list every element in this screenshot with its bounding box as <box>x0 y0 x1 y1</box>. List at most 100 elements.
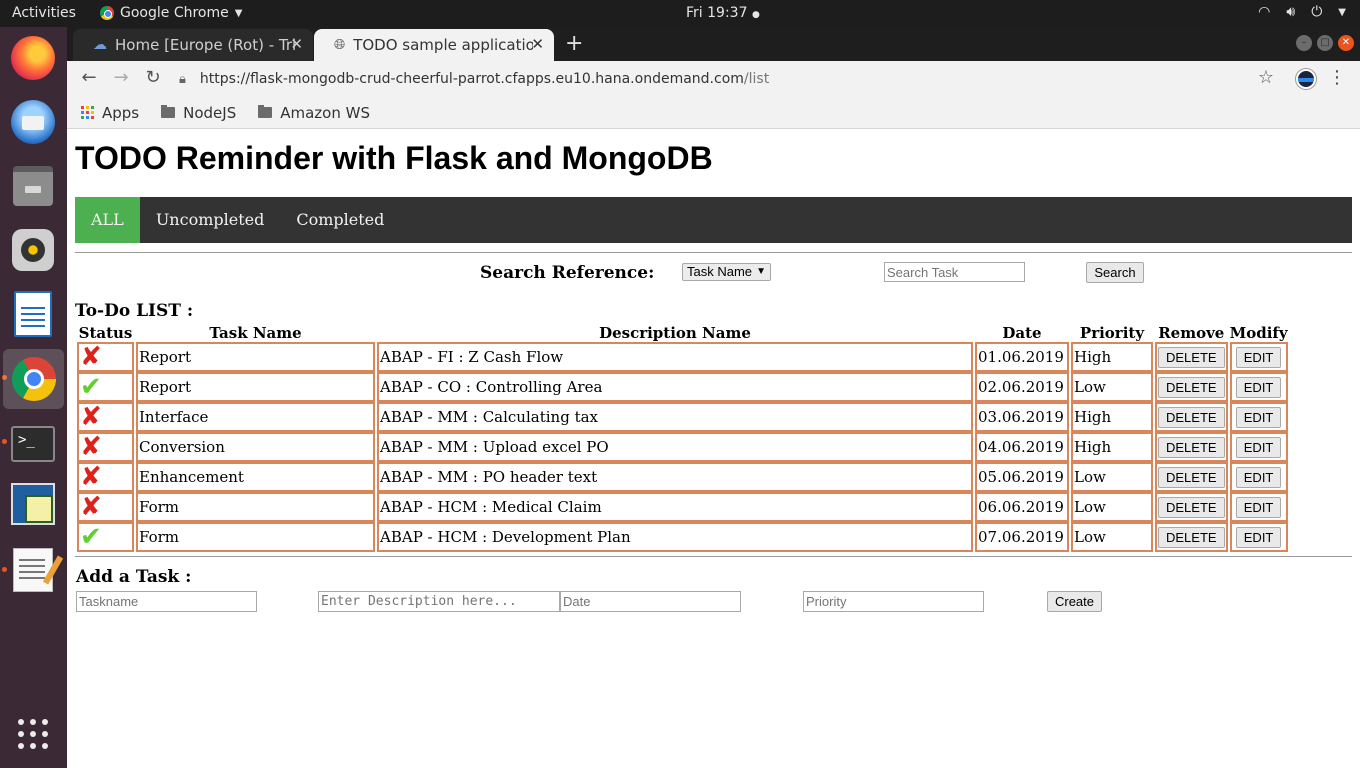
taskname-input[interactable] <box>76 591 257 612</box>
dock-text-editor[interactable] <box>8 545 58 595</box>
date-cell: 04.06.2019 <box>975 432 1069 462</box>
table-header-row: Status Task Name Description Name Date P… <box>77 323 1288 342</box>
forward-icon[interactable]: → <box>109 67 133 91</box>
tab-strip: ☁ Home [Europe (Rot) - Trial ✕ 🌐︎ TODO s… <box>67 27 1360 61</box>
system-tray[interactable]: ◠ 🔊︎ ⏻ ▼ <box>1258 4 1346 20</box>
dock-calc[interactable] <box>8 479 58 529</box>
green-check-icon: ✔ <box>80 522 102 552</box>
search-button[interactable]: Search <box>1086 262 1144 283</box>
col-date: Date <box>1002 323 1042 342</box>
delete-button[interactable]: DELETE <box>1158 406 1225 428</box>
apps-grid-icon <box>81 106 94 119</box>
close-window-icon[interactable]: ✕ <box>1338 35 1354 51</box>
chrome-icon <box>11 357 56 401</box>
web-page: TODO Reminder with Flask and MongoDB ALL… <box>67 130 1360 768</box>
new-tab-button[interactable]: + <box>565 31 583 56</box>
table-row: ✘ Interface ABAP - MM : Calculating tax 03.… <box>77 402 1288 432</box>
remove-cell: DELETE <box>1155 432 1228 462</box>
menu-icon[interactable]: ⋮ <box>1328 67 1346 88</box>
edit-button[interactable]: EDIT <box>1235 376 1282 398</box>
description-cell: ABAP - CO : Controlling Area <box>377 372 973 402</box>
activities-button[interactable]: Activities <box>12 5 76 21</box>
task-name-cell: Form <box>136 522 375 552</box>
red-cross-icon: ✘ <box>80 492 102 522</box>
app-menu[interactable]: Google Chrome ▼ <box>100 5 242 21</box>
priority-cell: Low <box>1071 372 1153 402</box>
minimize-icon[interactable]: – <box>1296 35 1312 51</box>
status-cell: ✔ <box>77 372 134 402</box>
modify-cell: EDIT <box>1229 492 1288 522</box>
description-input[interactable] <box>318 591 560 612</box>
date-cell: 03.06.2019 <box>975 402 1069 432</box>
cloud-icon: ☁ <box>93 37 107 53</box>
spreadsheet-icon <box>11 483 55 525</box>
running-indicator <box>2 567 7 572</box>
bookmark-label: Apps <box>102 103 140 122</box>
dock-thunderbird[interactable] <box>8 97 58 147</box>
address-bar[interactable]: 🔒︎ https://flask-mongodb-crud-cheerful-p… <box>179 65 1279 93</box>
dock-firefox[interactable] <box>8 33 58 83</box>
bookmark-amazon-ws[interactable]: Amazon WS <box>258 104 370 122</box>
delete-button[interactable]: DELETE <box>1158 526 1225 548</box>
show-applications-button[interactable] <box>8 709 58 759</box>
remove-cell: DELETE <box>1155 402 1228 432</box>
task-name-cell: Interface <box>136 402 375 432</box>
bookmark-nodejs[interactable]: NodeJS <box>161 104 236 122</box>
edit-button[interactable]: EDIT <box>1235 406 1282 428</box>
edit-button[interactable]: EDIT <box>1235 466 1282 488</box>
globe-icon: 🌐︎ <box>334 37 346 53</box>
search-reference-select[interactable]: Task Name ▼ <box>682 263 771 281</box>
dock-rhythmbox[interactable] <box>8 225 58 275</box>
back-icon[interactable]: ← <box>77 67 101 91</box>
dock-files[interactable] <box>8 161 58 211</box>
rhythmbox-icon <box>12 229 54 271</box>
edit-button[interactable]: EDIT <box>1235 496 1282 518</box>
bookmark-star-icon[interactable]: ☆ <box>1258 67 1274 88</box>
table-row: ✔ Form ABAP - HCM : Development Plan 07.06.… <box>77 522 1288 552</box>
col-modify: Modify <box>1229 323 1288 342</box>
reload-icon[interactable]: ↻ <box>141 67 165 91</box>
task-name-cell: Report <box>136 372 375 402</box>
tab-title: TODO sample application <box>353 36 534 54</box>
red-cross-icon: ✘ <box>80 462 102 492</box>
description-cell: ABAP - MM : Upload excel PO <box>377 432 973 462</box>
dropdown-caret-icon: ▼ <box>756 266 766 277</box>
tab-home[interactable]: ☁ Home [Europe (Rot) - Trial ✕ <box>73 29 313 61</box>
nav-uncompleted[interactable]: Uncompleted <box>140 197 281 243</box>
delete-button[interactable]: DELETE <box>1158 346 1225 368</box>
green-check-icon: ✔ <box>80 372 102 402</box>
nav-completed[interactable]: Completed <box>280 197 400 243</box>
delete-button[interactable]: DELETE <box>1158 496 1225 518</box>
clock[interactable]: Fri 19:37 ● <box>686 5 760 21</box>
nav-all[interactable]: ALL <box>75 197 140 243</box>
date-input[interactable] <box>560 591 741 612</box>
dock-chrome[interactable] <box>3 349 64 409</box>
status-cell: ✘ <box>77 342 134 372</box>
edit-button[interactable]: EDIT <box>1235 346 1282 368</box>
delete-button[interactable]: DELETE <box>1158 376 1225 398</box>
dock-writer[interactable] <box>8 289 58 339</box>
create-button[interactable]: Create <box>1047 591 1102 612</box>
dock: >_ <box>0 27 67 768</box>
close-icon[interactable]: ✕ <box>531 35 544 53</box>
search-input[interactable] <box>884 262 1025 282</box>
app-grid-icon <box>18 719 48 749</box>
task-name-cell: Report <box>136 342 375 372</box>
folder-icon <box>161 105 176 118</box>
tab-todo[interactable]: 🌐︎ TODO sample application ✕ <box>314 29 554 61</box>
delete-button[interactable]: DELETE <box>1158 436 1225 458</box>
close-icon[interactable]: ✕ <box>290 35 303 53</box>
bookmark-apps[interactable]: Apps <box>81 104 139 122</box>
maximize-icon[interactable]: □ <box>1317 35 1333 51</box>
folder-icon <box>258 105 273 118</box>
delete-button[interactable]: DELETE <box>1158 466 1225 488</box>
edit-button[interactable]: EDIT <box>1235 526 1282 548</box>
extension-icon[interactable] <box>1296 69 1316 89</box>
date-cell: 05.06.2019 <box>975 462 1069 492</box>
edit-button[interactable]: EDIT <box>1235 436 1282 458</box>
priority-input[interactable] <box>803 591 984 612</box>
status-cell: ✘ <box>77 432 134 462</box>
dock-terminal[interactable]: >_ <box>8 419 58 469</box>
modify-cell: EDIT <box>1229 522 1288 552</box>
modify-cell: EDIT <box>1229 372 1288 402</box>
